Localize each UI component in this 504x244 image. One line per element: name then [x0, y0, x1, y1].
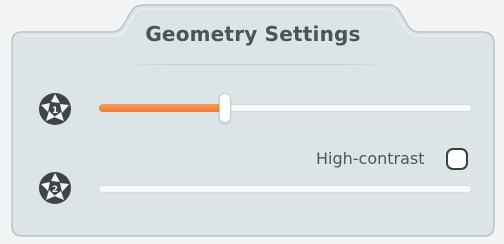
aperture-1-icon: 1: [38, 92, 72, 126]
slider-1-thumb[interactable]: [219, 93, 231, 123]
title-divider: [112, 64, 400, 65]
aperture-2-label: 2: [52, 185, 58, 195]
geometry-settings-panel: Geometry Settings 1 High-contrast 2: [0, 0, 504, 244]
high-contrast-checkbox[interactable]: [446, 148, 468, 170]
slider-2-track[interactable]: [98, 185, 472, 193]
slider-1-track[interactable]: [98, 104, 472, 112]
aperture-2-icon: 2: [38, 171, 72, 205]
slider-1-fill: [99, 104, 226, 112]
aperture-1-label: 1: [52, 106, 58, 116]
panel-title: Geometry Settings: [145, 22, 361, 46]
high-contrast-label: High-contrast: [316, 149, 425, 168]
